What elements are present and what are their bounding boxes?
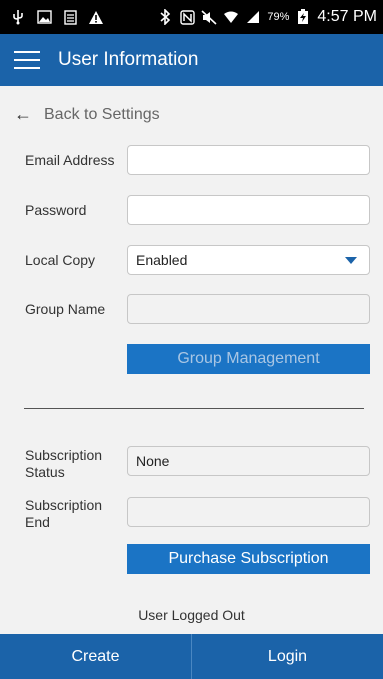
login-status-text: User Logged Out (138, 607, 245, 623)
section-divider (24, 408, 364, 409)
local-copy-label: Local Copy (25, 252, 96, 268)
local-copy-value: Enabled (136, 252, 188, 268)
battery-percent: 79% (267, 11, 290, 23)
app-bar: User Information (0, 34, 383, 86)
usb-icon (10, 9, 26, 25)
password-field[interactable] (127, 195, 370, 225)
group-name-field (127, 294, 370, 324)
email-label: Email Address (25, 152, 115, 168)
bottom-action-bar: Create Login (0, 634, 383, 679)
menu-icon[interactable] (14, 51, 40, 69)
image-icon (36, 9, 52, 25)
subscription-status-label: Subscription Status (25, 447, 103, 480)
app-title: User Information (58, 49, 199, 70)
mute-icon (201, 9, 217, 25)
wifi-icon (223, 9, 239, 25)
warning-icon (88, 9, 104, 25)
dropdown-caret-icon (345, 257, 357, 264)
subscription-end-field (127, 497, 370, 527)
status-bar: 79% 4:57 PM (0, 0, 383, 34)
login-button[interactable]: Login (192, 634, 383, 679)
back-label: Back to Settings (44, 105, 160, 123)
purchase-subscription-button[interactable]: Purchase Subscription (127, 544, 370, 574)
email-field[interactable] (127, 145, 370, 175)
subscription-status-field: None (127, 446, 370, 476)
bluetooth-icon (157, 9, 173, 25)
subscription-end-label: Subscription End (25, 497, 103, 530)
battery-charging-icon (295, 9, 311, 25)
signal-icon (245, 9, 261, 25)
group-name-label: Group Name (25, 301, 106, 317)
local-copy-select[interactable]: Enabled (127, 245, 370, 275)
clock: 4:57 PM (317, 8, 377, 25)
subscription-status-value: None (136, 453, 170, 469)
create-button[interactable]: Create (0, 634, 191, 679)
nfc-icon (179, 9, 195, 25)
document-icon (62, 9, 78, 25)
back-to-settings-link[interactable]: ← Back to Settings (14, 104, 160, 125)
group-management-button[interactable]: Group Management (127, 344, 370, 374)
password-label: Password (25, 202, 87, 218)
back-arrow-icon: ← (14, 104, 32, 124)
